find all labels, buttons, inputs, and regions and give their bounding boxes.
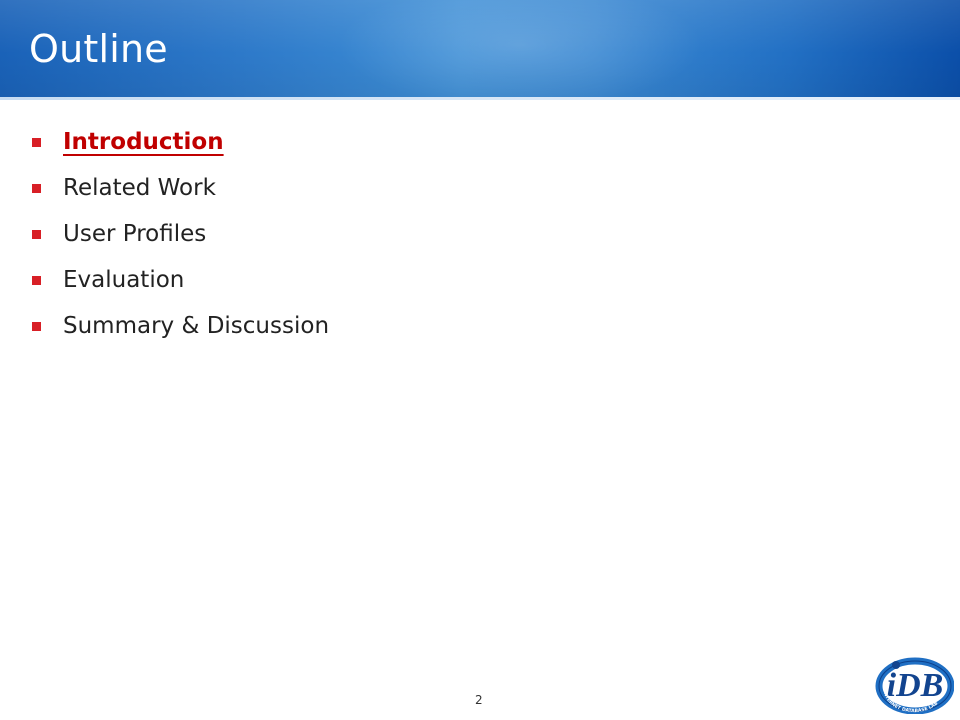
title-bar: Outline bbox=[0, 0, 960, 97]
square-bullet-icon bbox=[32, 321, 41, 331]
outline-item-label: Evaluation bbox=[63, 267, 185, 293]
outline-item-introduction[interactable]: Introduction bbox=[32, 119, 329, 165]
outline-item-label: Summary & Discussion bbox=[63, 313, 330, 339]
outline-item-related-work: Related Work bbox=[32, 165, 329, 211]
outline-item-label: User Profiles bbox=[63, 221, 207, 247]
square-bullet-icon bbox=[32, 183, 41, 193]
page-number: 2 bbox=[475, 693, 483, 707]
slide-title: Outline bbox=[29, 27, 168, 71]
outline-item-label: Related Work bbox=[63, 175, 216, 201]
logo-wordmark: iDB bbox=[887, 667, 944, 704]
square-bullet-icon bbox=[32, 229, 41, 239]
outline-item-label[interactable]: Introduction bbox=[63, 129, 224, 155]
outline-list: Introduction Related Work User Profiles … bbox=[32, 119, 329, 349]
square-bullet-icon bbox=[32, 275, 41, 285]
outline-item-evaluation: Evaluation bbox=[32, 257, 329, 303]
title-divider bbox=[0, 97, 960, 100]
idb-logo-icon: iDB INTERNET DATABASE LAB bbox=[875, 657, 954, 714]
square-bullet-icon bbox=[32, 137, 41, 147]
outline-item-user-profiles: User Profiles bbox=[32, 211, 329, 257]
outline-item-summary-discussion: Summary & Discussion bbox=[32, 303, 329, 349]
